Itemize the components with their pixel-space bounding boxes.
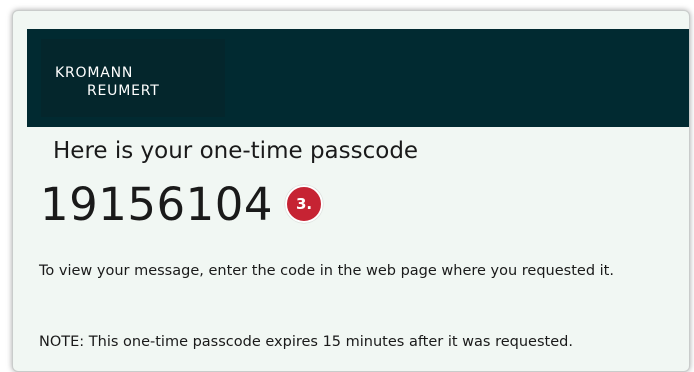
logo-text-line2: REUMERT [87, 83, 160, 99]
instructions-text: To view your message, enter the code in … [39, 263, 614, 279]
passcode-heading: Here is your one-time passcode [53, 138, 419, 164]
passcode-value: 19156104 [40, 177, 274, 231]
step-badge: 3. [285, 185, 324, 223]
email-message-frame: KROMANN REUMERT Here is your one-time pa… [12, 10, 690, 372]
kromann-reumert-logo: KROMANN REUMERT [41, 39, 225, 117]
expiry-note: NOTE: This one-time passcode expires 15 … [39, 334, 573, 350]
brand-banner: KROMANN REUMERT [27, 29, 689, 127]
passcode-row: 19156104 3. [40, 175, 324, 233]
logo-text-line1: KROMANN [55, 65, 134, 81]
